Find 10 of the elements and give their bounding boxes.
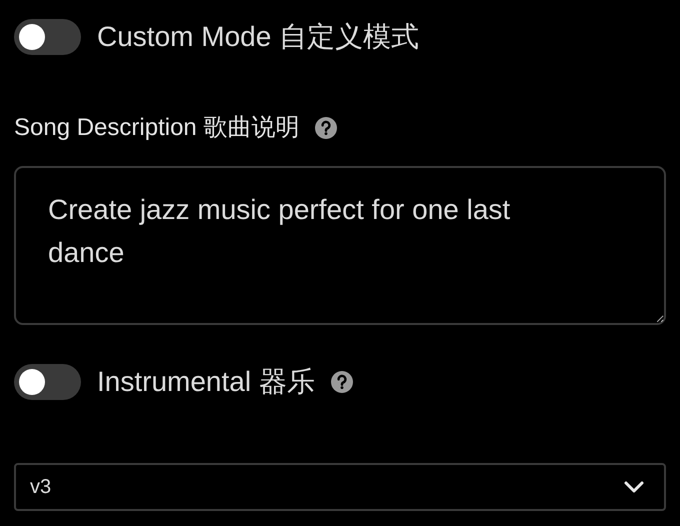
help-icon[interactable] bbox=[315, 117, 338, 139]
description-field[interactable]: Create jazz music perfect for one last dance bbox=[14, 166, 666, 325]
version-select[interactable]: v3 bbox=[14, 463, 666, 511]
toggle-label: Custom Mode 自定义模式 bbox=[97, 20, 420, 54]
chevron-down-icon bbox=[624, 481, 644, 493]
toggle-switch[interactable] bbox=[14, 19, 81, 55]
toggle-switch[interactable] bbox=[14, 364, 81, 400]
help-icon[interactable] bbox=[330, 371, 353, 393]
field-label: Song Description 歌曲说明 bbox=[14, 113, 300, 143]
toggle-label: Instrumental 器乐 bbox=[97, 365, 315, 399]
